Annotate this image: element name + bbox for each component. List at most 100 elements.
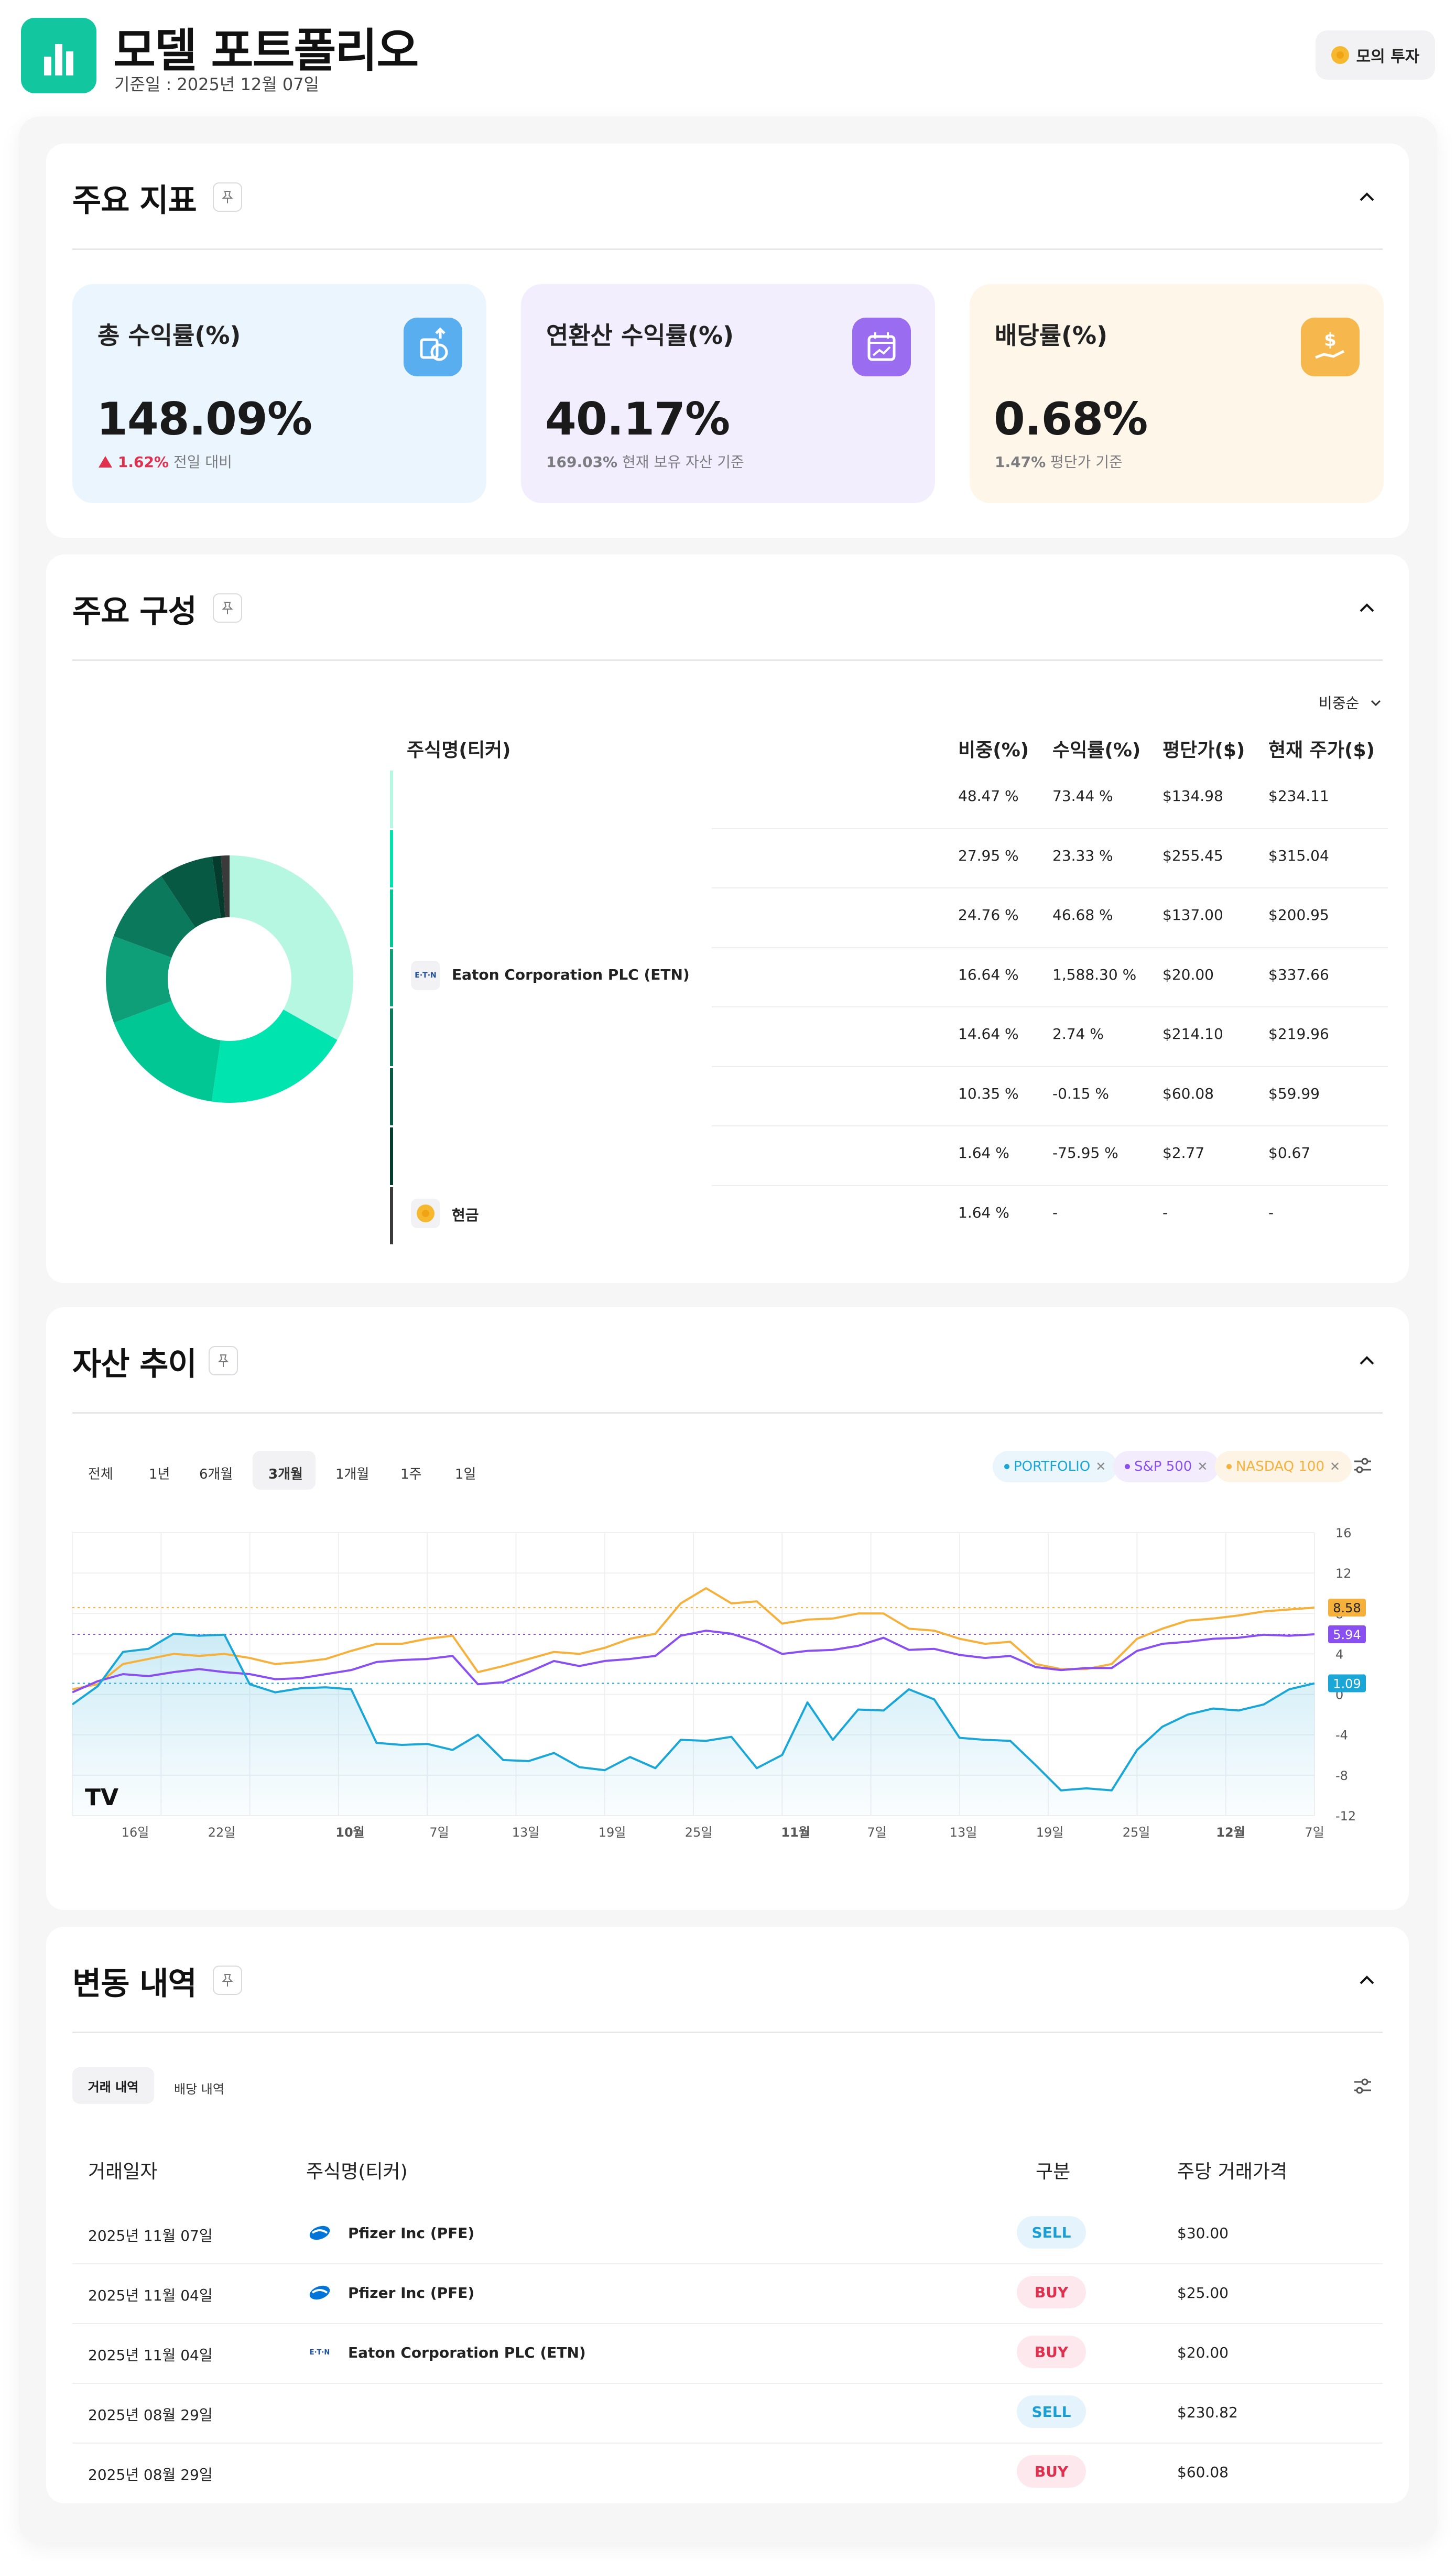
stock-name[interactable]: Pfizer Inc (PFE) [348, 2224, 474, 2242]
avg-price-cell: - [1162, 1203, 1168, 1221]
pin-button[interactable] [209, 1346, 238, 1375]
row-color-bar [390, 1008, 393, 1066]
stock-name[interactable]: Eaton Corporation PLC (ETN) [348, 2344, 586, 2361]
filter-settings-icon[interactable] [1351, 1454, 1374, 1477]
collapse-chevron-icon[interactable] [1356, 187, 1377, 208]
divider [72, 1412, 1383, 1414]
trade-date: 2025년 08월 29일 [88, 2406, 213, 2424]
filter-settings-icon[interactable] [1351, 2075, 1374, 2098]
col-header-date: 거래일자 [88, 2161, 158, 2183]
period-tab[interactable]: 1년 [149, 1463, 170, 1483]
period-tab[interactable]: 1주 [400, 1463, 421, 1483]
sort-dropdown[interactable]: 비중순 [1319, 692, 1383, 713]
pin-button[interactable] [213, 593, 242, 623]
legend-label: PORTFOLIO [1014, 1459, 1091, 1474]
period-tab[interactable]: 3개월 [268, 1463, 303, 1483]
pin-button[interactable] [213, 182, 242, 212]
pin-button[interactable] [213, 1966, 242, 1995]
remove-x-icon[interactable]: ✕ [1330, 1459, 1340, 1474]
tab-trades[interactable]: 거래 내역 [72, 2067, 154, 2104]
x-tick-label: 7일 [867, 1825, 886, 1840]
weight-cell: 1.64 % [958, 1203, 1009, 1221]
tab-dividends[interactable]: 배당 내역 [174, 2079, 224, 2097]
divider [72, 659, 1383, 661]
buy-badge: BUY [1017, 2455, 1086, 2488]
current-price-cell: $219.96 [1268, 1025, 1329, 1043]
current-price-cell: $337.66 [1268, 965, 1329, 983]
last-value-label: 8.58 [1333, 1601, 1361, 1615]
section-title: 주요 지표 [72, 182, 197, 219]
avg-price-cell: $214.10 [1162, 1025, 1223, 1043]
col-header-trade-price: 주당 거래가격 [1177, 2161, 1288, 2183]
row-color-bar [390, 949, 393, 1006]
mock-investment-button[interactable]: 모의 투자 [1316, 30, 1435, 80]
legend-pill[interactable]: PORTFOLIO ✕ [993, 1451, 1118, 1482]
metric-subtext: 169.03% 현재 보유 자산 기준 [546, 453, 744, 471]
money-up-icon [404, 318, 462, 376]
remove-x-icon[interactable]: ✕ [1095, 1459, 1106, 1474]
x-tick-label: 25일 [1123, 1825, 1150, 1840]
x-tick-label: 13일 [512, 1825, 540, 1840]
x-tick-label: 10월 [335, 1825, 364, 1840]
x-tick-label: 13일 [950, 1825, 977, 1840]
cash-coin-icon [411, 1198, 440, 1228]
coin-icon [1331, 46, 1349, 64]
y-tick-label: -8 [1335, 1768, 1348, 1783]
collapse-chevron-icon[interactable] [1356, 1350, 1377, 1371]
metric-subtext: 1.47% 평단가 기준 [995, 453, 1123, 471]
metric-label: 총 수익률(%) [97, 321, 241, 350]
trade-price: $20.00 [1177, 2344, 1229, 2361]
total-return-card: 총 수익률(%) 148.09% 1.62% 전일 대비 [72, 284, 486, 503]
bar-chart-icon [44, 44, 73, 75]
y-tick-label: 16 [1335, 1527, 1352, 1540]
donut-slice[interactable] [230, 855, 353, 1040]
trade-date: 2025년 11월 07일 [88, 2227, 213, 2244]
period-tab[interactable]: 1일 [455, 1463, 476, 1483]
col-header-avg-price: 평단가($) [1162, 740, 1245, 761]
current-price-cell: $200.95 [1268, 906, 1329, 924]
period-tab[interactable]: 1개월 [335, 1463, 369, 1483]
x-tick-label: 25일 [685, 1825, 713, 1840]
weight-cell: 1.64 % [958, 1144, 1009, 1162]
x-tick-label: 11월 [781, 1825, 810, 1840]
x-tick-label: 7일 [429, 1825, 449, 1840]
legend-pill[interactable]: S&P 500 ✕ [1113, 1451, 1220, 1482]
row-divider [72, 2443, 1383, 2444]
current-price-cell: $315.04 [1268, 847, 1329, 864]
row-divider [712, 1185, 1388, 1186]
remove-x-icon[interactable]: ✕ [1197, 1459, 1208, 1474]
annualized-return-card: 연환산 수익률(%) 40.17% 169.03% 현재 보유 자산 기준 [521, 284, 935, 503]
row-divider [72, 2263, 1383, 2264]
period-tab[interactable]: 6개월 [199, 1463, 233, 1483]
stock-name[interactable]: Eaton Corporation PLC (ETN) [452, 966, 690, 983]
weight-cell: 48.47 % [958, 787, 1019, 805]
pfizer-logo-icon [307, 2220, 332, 2245]
col-header-name: 주식명(티커) [306, 2161, 408, 2183]
return-cell: 46.68 % [1052, 906, 1113, 924]
collapse-chevron-icon[interactable] [1356, 1970, 1377, 1991]
col-header-weight: 비중(%) [958, 740, 1029, 761]
return-cell: 23.33 % [1052, 847, 1113, 864]
last-value-label: 1.09 [1333, 1677, 1361, 1691]
legend-pill[interactable]: NASDAQ 100 ✕ [1215, 1451, 1352, 1482]
stock-name[interactable]: 현금 [452, 1204, 479, 1225]
row-color-bar [390, 1068, 393, 1125]
period-tab[interactable]: 전체 [88, 1463, 113, 1483]
sell-badge: SELL [1017, 2216, 1086, 2249]
col-header-name: 주식명(티커) [407, 740, 511, 761]
weight-cell: 16.64 % [958, 965, 1019, 983]
row-color-bar [390, 830, 393, 887]
avg-price-cell: $255.45 [1162, 847, 1223, 864]
x-tick-label: 22일 [208, 1825, 236, 1840]
collapse-chevron-icon[interactable] [1356, 598, 1377, 618]
metric-value: 40.17% [545, 393, 730, 446]
trade-price: $230.82 [1177, 2404, 1238, 2421]
current-price-cell: $0.67 [1268, 1144, 1311, 1162]
y-tick-label: 12 [1335, 1566, 1352, 1581]
trade-price: $30.00 [1177, 2224, 1229, 2242]
row-color-bar [390, 771, 393, 828]
row-divider [712, 1125, 1388, 1126]
stock-name[interactable]: Pfizer Inc (PFE) [348, 2284, 474, 2302]
trade-date: 2025년 08월 29일 [88, 2466, 213, 2483]
metric-label: 연환산 수익률(%) [546, 321, 734, 350]
